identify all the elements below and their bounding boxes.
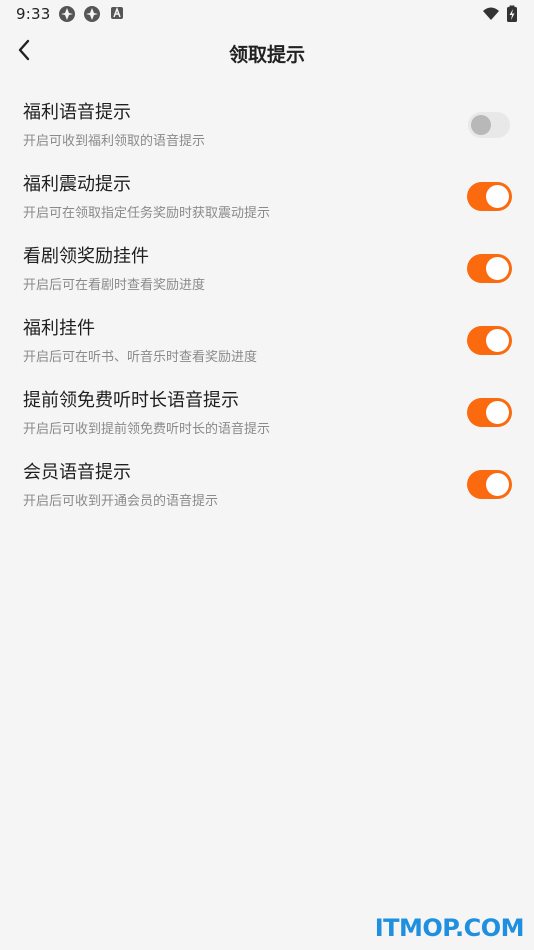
settings-list: 福利语音提示 开启可收到福利领取的语音提示 福利震动提示 开启可在领取指定任务奖… [0,88,534,520]
toggle-knob [471,115,491,135]
setting-row-drama-widget: 看剧领奖励挂件 开启后可在看剧时查看奖励进度 [0,232,534,304]
status-bar: 9:33 [0,0,534,28]
battery-charging-icon [506,5,518,23]
setting-title: 会员语音提示 [23,462,131,483]
setting-title: 提前领免费听时长语音提示 [23,390,239,411]
watermark-logo: ITMOP.COM [374,914,525,942]
setting-row-welfare-widget: 福利挂件 开启后可在听书、听音乐时查看奖励进度 [0,304,534,376]
setting-description: 开启后可在听书、听音乐时查看奖励进度 [23,350,258,365]
status-time: 9:33 [16,5,51,23]
toggle-knob [486,473,509,496]
setting-description: 开启后可收到开通会员的语音提示 [23,494,219,509]
toggle-knob [486,185,509,208]
member-voice-toggle[interactable] [467,470,512,499]
setting-row-member-voice: 会员语音提示 开启后可收到开通会员的语音提示 [0,448,534,520]
app-notification-icon [83,5,101,23]
setting-title: 福利语音提示 [23,102,131,123]
page-title: 领取提示 [228,44,305,66]
setting-row-free-listening-voice: 提前领免费听时长语音提示 开启后可收到提前领免费听时长的语音提示 [0,376,534,448]
setting-description: 开启后可在看剧时查看奖励进度 [23,278,206,293]
font-a-icon [109,5,127,23]
toggle-knob [486,329,509,352]
app-notification-icon [58,5,76,23]
free-listening-voice-toggle[interactable] [467,398,512,427]
setting-row-welfare-voice: 福利语音提示 开启可收到福利领取的语音提示 [0,88,534,160]
setting-description: 开启可收到福利领取的语音提示 [23,134,206,149]
drama-widget-toggle[interactable] [467,254,512,283]
setting-description: 开启后可收到提前领免费听时长的语音提示 [23,422,271,437]
setting-row-welfare-vibration: 福利震动提示 开启可在领取指定任务奖励时获取震动提示 [0,160,534,232]
wifi-icon [482,5,500,23]
toggle-knob [486,257,509,280]
setting-title: 福利挂件 [23,318,95,339]
setting-title: 福利震动提示 [23,174,131,195]
welfare-widget-toggle[interactable] [467,326,512,355]
title-bar: 领取提示 [0,28,534,76]
welfare-vibration-toggle[interactable] [467,182,512,211]
setting-title: 看剧领奖励挂件 [23,246,149,267]
welfare-voice-toggle[interactable] [468,112,510,138]
setting-description: 开启可在领取指定任务奖励时获取震动提示 [23,206,271,221]
toggle-knob [486,401,509,424]
